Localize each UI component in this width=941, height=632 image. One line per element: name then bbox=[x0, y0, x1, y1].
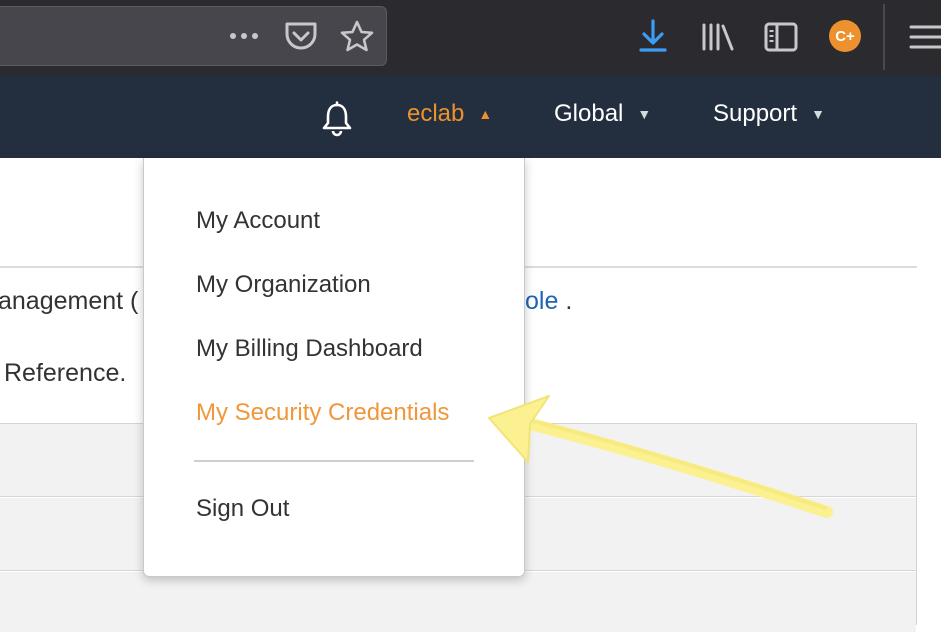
region-label: Global bbox=[554, 100, 624, 127]
intro-text-line: anagement ( bbox=[0, 287, 138, 316]
menu-item-my-security-credentials[interactable]: My Security Credentials bbox=[196, 399, 449, 427]
toolbar-divider bbox=[883, 4, 885, 70]
pocket-icon[interactable] bbox=[284, 20, 318, 52]
reference-text: Reference. bbox=[4, 359, 127, 387]
hamburger-icon[interactable] bbox=[908, 24, 941, 50]
console-link[interactable]: ole bbox=[525, 287, 558, 315]
intro-link-line: ole . bbox=[525, 287, 572, 316]
account-menu-toggle[interactable]: eclab ▲ bbox=[407, 100, 492, 128]
library-icon[interactable] bbox=[700, 22, 736, 52]
support-menu-toggle[interactable]: Support ▼ bbox=[713, 100, 825, 128]
menu-item-my-account[interactable]: My Account bbox=[196, 207, 320, 235]
sidebar-icon[interactable] bbox=[764, 22, 798, 52]
support-label: Support bbox=[713, 100, 798, 127]
menu-item-my-organization[interactable]: My Organization bbox=[196, 271, 371, 299]
intro-suffix: . bbox=[565, 287, 573, 315]
caret-down-icon: ▼ bbox=[811, 106, 825, 122]
table-row bbox=[0, 572, 916, 632]
download-icon[interactable] bbox=[636, 18, 670, 54]
bell-icon[interactable] bbox=[320, 101, 354, 137]
account-dropdown-menu: My Account My Organization My Billing Da… bbox=[143, 158, 525, 577]
url-bar[interactable] bbox=[0, 6, 387, 66]
browser-toolbar: C+ bbox=[0, 0, 941, 76]
account-name: eclab bbox=[407, 100, 465, 127]
menu-item-my-billing-dashboard[interactable]: My Billing Dashboard bbox=[196, 335, 423, 363]
caret-up-icon: ▲ bbox=[478, 106, 493, 122]
extension-badge-icon[interactable]: C+ bbox=[829, 20, 861, 52]
intro-text: anagement ( bbox=[0, 287, 139, 315]
menu-item-sign-out[interactable]: Sign Out bbox=[196, 495, 289, 523]
aws-nav-bar: eclab ▲ Global ▼ Support ▼ bbox=[0, 76, 941, 158]
caret-down-icon: ▼ bbox=[637, 106, 652, 122]
menu-divider bbox=[194, 460, 474, 462]
ellipsis-icon[interactable] bbox=[228, 26, 262, 46]
extension-badge-label: C+ bbox=[835, 27, 855, 45]
region-menu-toggle[interactable]: Global ▼ bbox=[554, 100, 651, 128]
star-icon[interactable] bbox=[339, 19, 375, 53]
